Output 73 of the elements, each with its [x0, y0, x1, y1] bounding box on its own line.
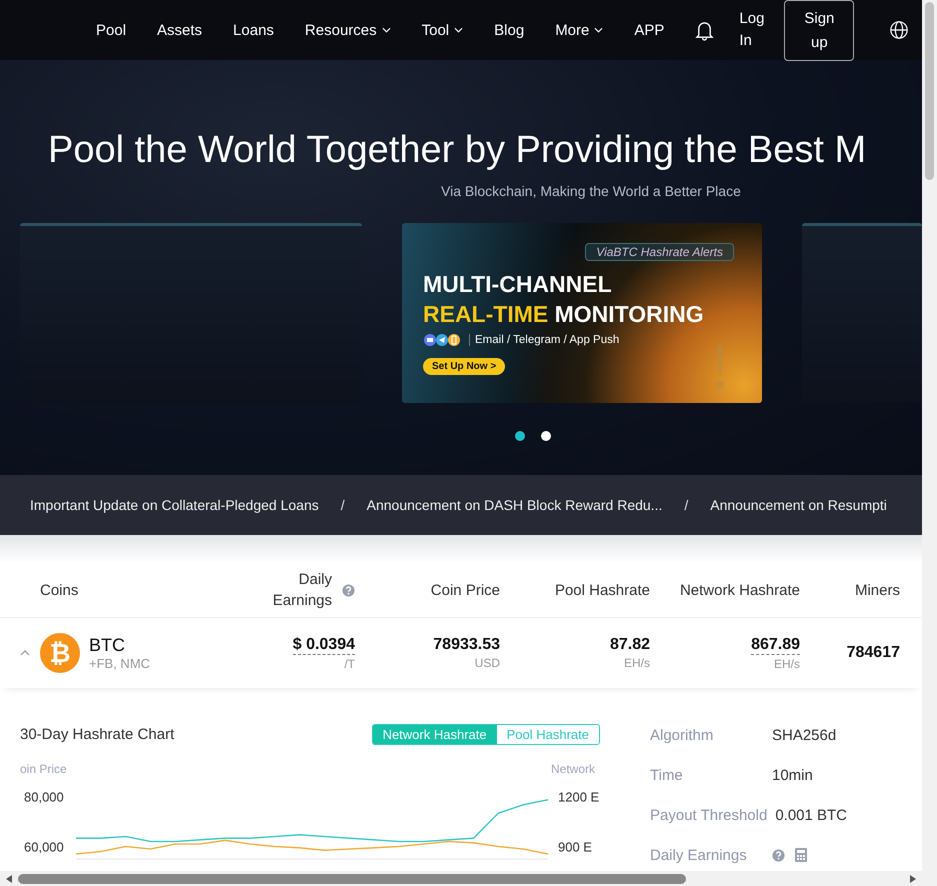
axis-label: Network — [551, 762, 596, 776]
table-row[interactable]: ₿ BTC +FB, NMC $ 0.0394 /T 78933.53 USD 87.82 EH/s 867.89 EH/s 784617 — [0, 618, 922, 688]
announcement-link[interactable]: Announcement on Resumpti — [710, 497, 887, 513]
nav-link[interactable]: Resources — [304, 22, 391, 38]
table-cell: 784617 — [846, 644, 900, 662]
carousel-dot[interactable] — [541, 431, 551, 441]
table-cell: 867.89 — [751, 636, 800, 654]
nav-link[interactable]: APP — [634, 22, 664, 38]
chart-title: 30-Day Hashrate Chart — [20, 726, 174, 743]
table-cell: $ 0.0394 — [292, 636, 355, 654]
nav-link[interactable]: Tool — [422, 22, 464, 38]
banner-headline: MULTI-CHANNEL — [423, 270, 612, 299]
coin-icon: ₿ — [40, 633, 80, 673]
promo-banner[interactable]: ViaBTC Hashrate Alerts MULTI-CHANNEL REAL-TIME MONITORING Email / Telegram / App Push Set Up Now > — [402, 223, 762, 403]
unit-label: /T — [344, 656, 355, 670]
login-link[interactable]: Log In — [739, 8, 770, 52]
column-header: Pool Hashrate — [554, 582, 650, 598]
nav-link[interactable]: Assets — [157, 22, 202, 38]
scrollbar-thumb[interactable] — [18, 874, 686, 884]
chevron-down-icon — [382, 27, 391, 33]
column-header: Network Hashrate — [680, 582, 800, 598]
column-header: Coin Price — [430, 582, 500, 598]
help-icon[interactable] — [772, 848, 785, 862]
chevron-down-icon — [454, 27, 464, 33]
unit-label: EH/s — [774, 656, 800, 670]
chevron-down-icon — [594, 27, 604, 33]
unit-label: EH/s — [624, 656, 650, 670]
setup-button[interactable]: Set Up Now > — [423, 358, 506, 375]
carousel-dot[interactable] — [515, 431, 525, 441]
column-header: Coins — [40, 582, 78, 598]
info-label: Time — [650, 766, 684, 784]
info-value: SHA256d — [772, 726, 836, 744]
announcement-link[interactable]: Announcement on DASH Block Reward Redu... — [366, 497, 662, 513]
expand-caret-icon[interactable] — [20, 650, 30, 656]
bell-icon[interactable] — [695, 20, 714, 40]
separator: / — [683, 497, 690, 513]
banner-headline: MONITORING — [554, 300, 704, 329]
tick-label: 80,000 — [24, 790, 64, 804]
calculator-icon[interactable] — [795, 848, 807, 862]
help-icon[interactable] — [342, 584, 355, 596]
merged-coins: +FB, NMC — [89, 656, 150, 671]
table-cell: 78933.53 — [433, 636, 500, 654]
nav-link[interactable]: More — [555, 22, 604, 38]
hero-subtitle: Via Blockchain, Making the World a Better Place — [441, 183, 742, 199]
info-label: Algorithm — [650, 726, 714, 744]
info-label: Daily Earnings — [650, 846, 748, 864]
announcement-link[interactable]: Important Update on Collateral-Pledged Loans — [30, 497, 319, 513]
banner-headline: REAL-TIME — [423, 300, 548, 329]
banner-tag: ViaBTC Hashrate Alerts — [585, 243, 734, 261]
info-value: 0.001 BTC — [775, 806, 848, 824]
nav-link[interactable]: Blog — [494, 22, 524, 38]
scrollbar-thumb[interactable] — [925, 2, 934, 180]
hero-title: Pool the World Together by Providing the Best M — [47, 128, 868, 173]
column-header: Daily Earnings — [272, 570, 332, 611]
info-value: 10min — [772, 766, 813, 784]
channel-icons — [423, 333, 463, 347]
tick-label: 1200 E — [558, 790, 600, 804]
tick-label: 900 E — [558, 840, 592, 854]
channel-list: Email / Telegram / App Push — [469, 334, 620, 346]
column-header: Miners — [854, 582, 900, 598]
unit-label: USD — [474, 656, 500, 670]
scroll-left-icon[interactable] — [6, 874, 12, 882]
signup-button[interactable]: Sign up — [784, 0, 854, 61]
table-cell: 87.82 — [610, 636, 650, 654]
nav-link[interactable]: Pool — [96, 22, 126, 38]
scroll-right-icon[interactable] — [910, 874, 916, 882]
info-label: Payout Threshold — [650, 806, 768, 824]
coin-name: BTC — [89, 635, 126, 656]
globe-icon[interactable] — [889, 20, 910, 40]
tick-label: 60,000 — [24, 840, 64, 854]
nav-link[interactable]: Loans — [233, 22, 274, 38]
separator: / — [340, 497, 346, 513]
axis-label: oin Price — [20, 762, 67, 776]
